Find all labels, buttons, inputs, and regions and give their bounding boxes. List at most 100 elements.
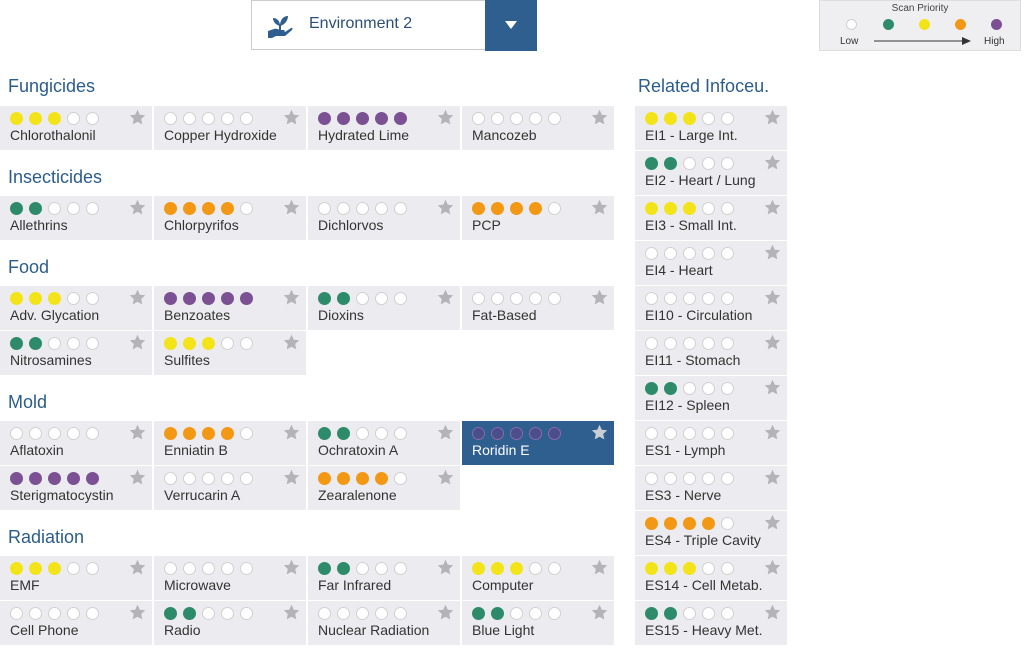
star-icon[interactable] bbox=[764, 514, 781, 531]
scan-tile[interactable]: Fat-Based bbox=[462, 286, 614, 330]
scan-tile[interactable]: EMF bbox=[0, 556, 152, 600]
star-icon[interactable] bbox=[764, 379, 781, 396]
star-icon[interactable] bbox=[129, 334, 146, 351]
scan-tile[interactable]: Dioxins bbox=[308, 286, 460, 330]
star-icon[interactable] bbox=[283, 559, 300, 576]
scan-tile[interactable]: Aflatoxin bbox=[0, 421, 152, 465]
priority-dot bbox=[356, 112, 369, 125]
scan-tile[interactable]: Sterigmatocystin bbox=[0, 466, 152, 510]
scan-tile[interactable]: ES1 - Lymph bbox=[635, 421, 787, 465]
star-icon[interactable] bbox=[764, 244, 781, 261]
scan-tile[interactable]: EI11 - Stomach bbox=[635, 331, 787, 375]
priority-dots bbox=[10, 562, 99, 575]
scan-tile[interactable]: PCP bbox=[462, 196, 614, 240]
star-icon[interactable] bbox=[437, 289, 454, 306]
star-icon[interactable] bbox=[591, 604, 608, 621]
scan-tile[interactable]: ES14 - Cell Metab. bbox=[635, 556, 787, 600]
star-icon[interactable] bbox=[283, 604, 300, 621]
related-title: Related Infoceu. bbox=[638, 76, 770, 96]
scan-tile[interactable]: Computer bbox=[462, 556, 614, 600]
scan-tile[interactable]: Nuclear Radiation bbox=[308, 601, 460, 645]
scan-tile[interactable]: Ochratoxin A bbox=[308, 421, 460, 465]
environment-selector[interactable]: Environment 2 bbox=[251, 0, 537, 51]
scan-tile[interactable]: ES15 - Heavy Met. bbox=[635, 601, 787, 645]
scan-tile[interactable]: Far Infrared bbox=[308, 556, 460, 600]
scan-tile[interactable]: Blue Light bbox=[462, 601, 614, 645]
scan-tile-selected[interactable]: Roridin E bbox=[462, 421, 614, 465]
scan-tile[interactable]: EI3 - Small Int. bbox=[635, 196, 787, 240]
star-icon[interactable] bbox=[764, 559, 781, 576]
priority-dot bbox=[529, 202, 542, 215]
star-icon[interactable] bbox=[764, 109, 781, 126]
scan-tile[interactable]: EI12 - Spleen bbox=[635, 376, 787, 420]
scan-tile[interactable]: EI4 - Heart bbox=[635, 241, 787, 285]
priority-dot bbox=[548, 562, 561, 575]
star-icon[interactable] bbox=[129, 289, 146, 306]
star-icon[interactable] bbox=[283, 334, 300, 351]
environment-dropdown-button[interactable] bbox=[485, 0, 537, 51]
priority-dot bbox=[337, 562, 350, 575]
star-icon[interactable] bbox=[764, 289, 781, 306]
scan-tile[interactable]: Microwave bbox=[154, 556, 306, 600]
star-icon[interactable] bbox=[591, 559, 608, 576]
scan-tile[interactable]: Zearalenone bbox=[308, 466, 460, 510]
star-icon[interactable] bbox=[591, 424, 608, 441]
star-icon[interactable] bbox=[129, 604, 146, 621]
priority-dot bbox=[664, 157, 677, 170]
priority-dots bbox=[645, 472, 734, 485]
scan-tile[interactable]: ES4 - Triple Cavity bbox=[635, 511, 787, 555]
star-icon[interactable] bbox=[129, 199, 146, 216]
star-icon[interactable] bbox=[437, 109, 454, 126]
star-icon[interactable] bbox=[283, 424, 300, 441]
star-icon[interactable] bbox=[764, 604, 781, 621]
star-icon[interactable] bbox=[764, 199, 781, 216]
star-icon[interactable] bbox=[437, 424, 454, 441]
scan-tile[interactable]: Mancozeb bbox=[462, 106, 614, 150]
star-icon[interactable] bbox=[437, 469, 454, 486]
priority-dot bbox=[10, 472, 23, 485]
scan-tile[interactable]: EI2 - Heart / Lung bbox=[635, 151, 787, 195]
star-icon[interactable] bbox=[437, 604, 454, 621]
star-icon[interactable] bbox=[283, 199, 300, 216]
priority-dot bbox=[67, 607, 80, 620]
scan-tile[interactable]: Dichlorvos bbox=[308, 196, 460, 240]
star-icon[interactable] bbox=[591, 199, 608, 216]
scan-tile[interactable]: Benzoates bbox=[154, 286, 306, 330]
scan-tile[interactable]: Nitrosamines bbox=[0, 331, 152, 375]
star-icon[interactable] bbox=[129, 469, 146, 486]
star-icon[interactable] bbox=[591, 289, 608, 306]
scan-tile[interactable]: Cell Phone bbox=[0, 601, 152, 645]
star-icon[interactable] bbox=[764, 469, 781, 486]
star-icon[interactable] bbox=[129, 559, 146, 576]
scan-tile[interactable]: Copper Hydroxide bbox=[154, 106, 306, 150]
scan-tile[interactable]: EI10 - Circulation bbox=[635, 286, 787, 330]
scan-tile[interactable]: ES3 - Nerve bbox=[635, 466, 787, 510]
scan-tile[interactable]: Radio bbox=[154, 601, 306, 645]
scan-tile[interactable]: Hydrated Lime bbox=[308, 106, 460, 150]
scan-tile[interactable]: Verrucarin A bbox=[154, 466, 306, 510]
star-icon[interactable] bbox=[591, 109, 608, 126]
star-icon[interactable] bbox=[283, 469, 300, 486]
scan-tile[interactable]: Enniatin B bbox=[154, 421, 306, 465]
tile-label: EI1 - Large Int. bbox=[645, 127, 738, 143]
priority-dot bbox=[702, 292, 715, 305]
scan-tile[interactable]: Adv. Glycation bbox=[0, 286, 152, 330]
tile-label: Cell Phone bbox=[10, 622, 79, 638]
star-icon[interactable] bbox=[283, 109, 300, 126]
star-icon[interactable] bbox=[437, 199, 454, 216]
scan-tile[interactable]: Sulfites bbox=[154, 331, 306, 375]
scan-tile[interactable]: Chlorpyrifos bbox=[154, 196, 306, 240]
star-icon[interactable] bbox=[129, 424, 146, 441]
priority-dots bbox=[472, 112, 561, 125]
priority-dots bbox=[318, 607, 407, 620]
star-icon[interactable] bbox=[764, 154, 781, 171]
star-icon[interactable] bbox=[129, 109, 146, 126]
star-icon[interactable] bbox=[437, 559, 454, 576]
scan-tile[interactable]: Allethrins bbox=[0, 196, 152, 240]
star-icon[interactable] bbox=[283, 289, 300, 306]
star-icon[interactable] bbox=[764, 334, 781, 351]
section-title: Mold bbox=[8, 392, 48, 412]
scan-tile[interactable]: Chlorothalonil bbox=[0, 106, 152, 150]
scan-tile[interactable]: EI1 - Large Int. bbox=[635, 106, 787, 150]
star-icon[interactable] bbox=[764, 424, 781, 441]
